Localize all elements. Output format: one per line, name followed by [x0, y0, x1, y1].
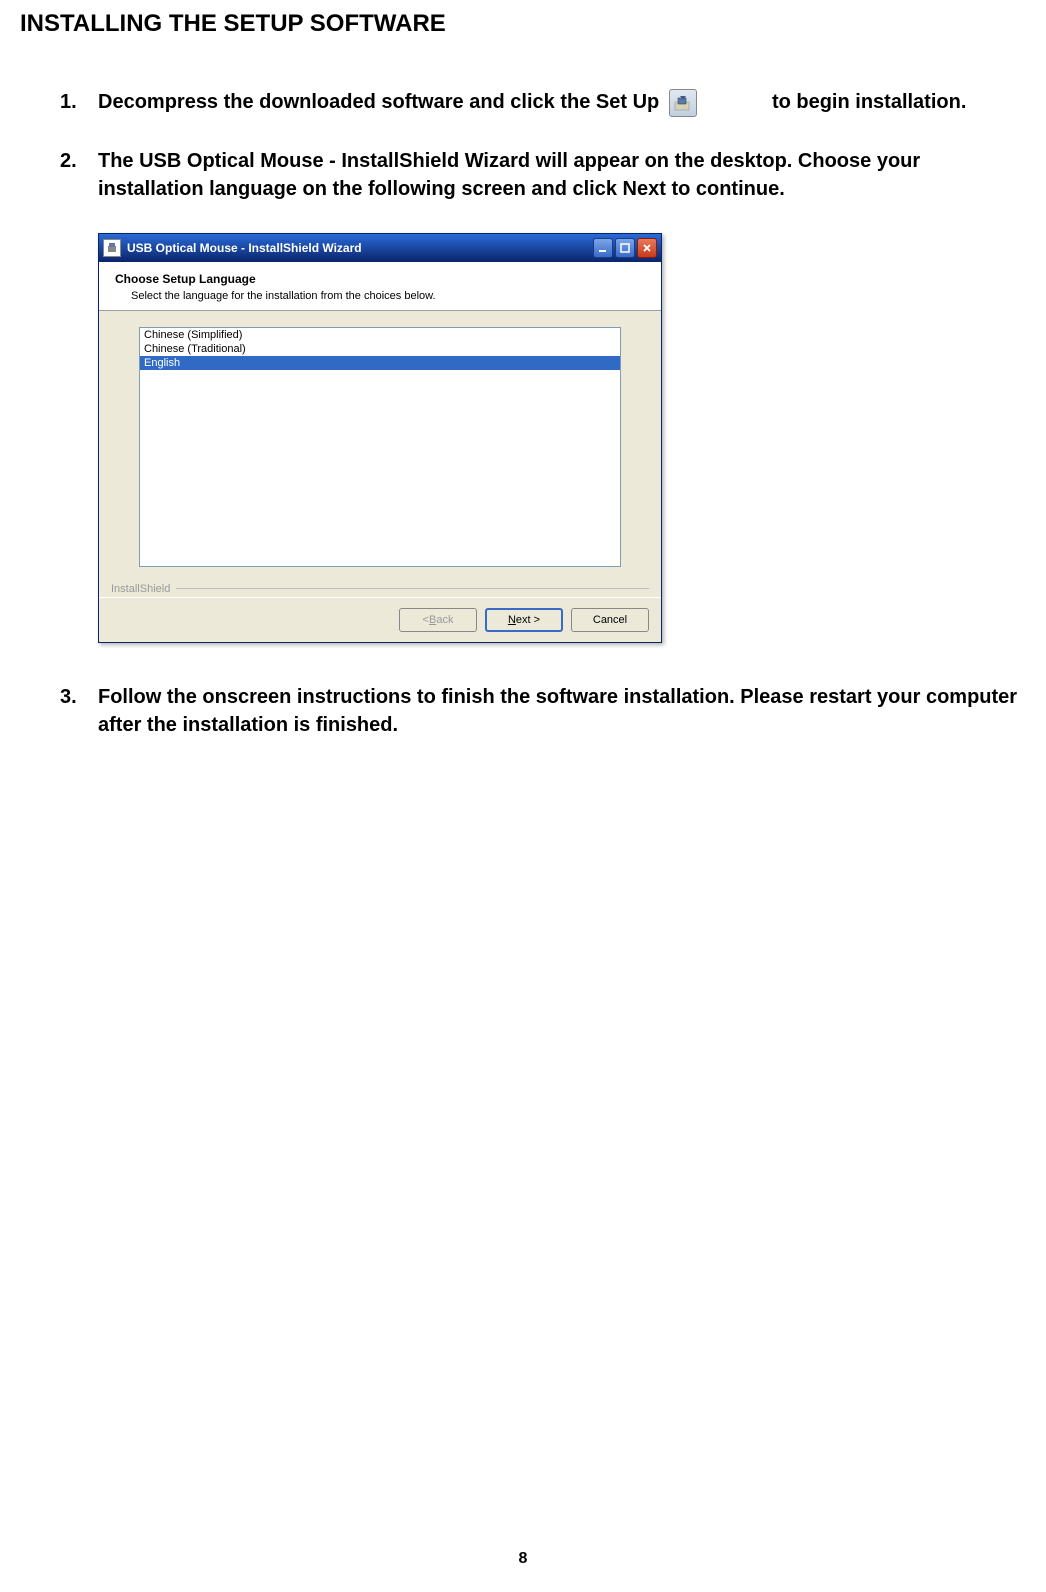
installshield-brand: InstallShield — [99, 581, 661, 597]
close-button[interactable] — [637, 238, 657, 258]
step-number: 2. — [60, 147, 98, 203]
step-2: 2. The USB Optical Mouse - InstallShield… — [60, 147, 1026, 203]
divider-line — [176, 588, 649, 589]
language-listbox[interactable]: Chinese (Simplified) Chinese (Traditiona… — [139, 327, 621, 567]
step-3: 3. Follow the onscreen instructions to f… — [60, 683, 1026, 739]
list-item[interactable]: Chinese (Simplified) — [140, 328, 620, 342]
app-icon — [103, 239, 121, 257]
page-number: 8 — [0, 1550, 1046, 1568]
dialog-header-subtitle: Select the language for the installation… — [131, 290, 645, 302]
dialog-screenshot: USB Optical Mouse - InstallShield Wizard… — [98, 233, 1026, 643]
maximize-button[interactable] — [615, 238, 635, 258]
window-buttons — [593, 238, 657, 258]
back-button: < Back — [399, 608, 477, 632]
step-1: 1. Decompress the downloaded software an… — [60, 88, 1026, 117]
dialog-header-title: Choose Setup Language — [115, 272, 645, 286]
step-number: 1. — [60, 88, 98, 117]
step-text-before: Decompress the downloaded software and c… — [98, 91, 659, 113]
list-item-selected[interactable]: English — [140, 356, 620, 370]
dialog-body: Chinese (Simplified) Chinese (Traditiona… — [99, 311, 661, 581]
minimize-button[interactable] — [593, 238, 613, 258]
list-item[interactable]: Chinese (Traditional) — [140, 342, 620, 356]
cancel-button[interactable]: Cancel — [571, 608, 649, 632]
titlebar-text: USB Optical Mouse - InstallShield Wizard — [127, 241, 593, 255]
step-body: Follow the onscreen instructions to fini… — [98, 683, 1026, 739]
installshield-dialog: USB Optical Mouse - InstallShield Wizard… — [98, 233, 662, 643]
titlebar: USB Optical Mouse - InstallShield Wizard — [99, 234, 661, 262]
section-heading: INSTALLING THE SETUP SOFTWARE — [20, 10, 1026, 38]
next-button[interactable]: Next > — [485, 608, 563, 632]
step-body: Decompress the downloaded software and c… — [98, 88, 1026, 117]
step-number: 3. — [60, 683, 98, 739]
setup-icon — [669, 89, 697, 117]
step-text-after: to begin installation. — [772, 91, 966, 113]
dialog-footer: < Back Next > Cancel — [99, 597, 661, 642]
step-body: The USB Optical Mouse - InstallShield Wi… — [98, 147, 1026, 203]
dialog-header: Choose Setup Language Select the languag… — [99, 262, 661, 311]
brand-text: InstallShield — [111, 583, 170, 595]
